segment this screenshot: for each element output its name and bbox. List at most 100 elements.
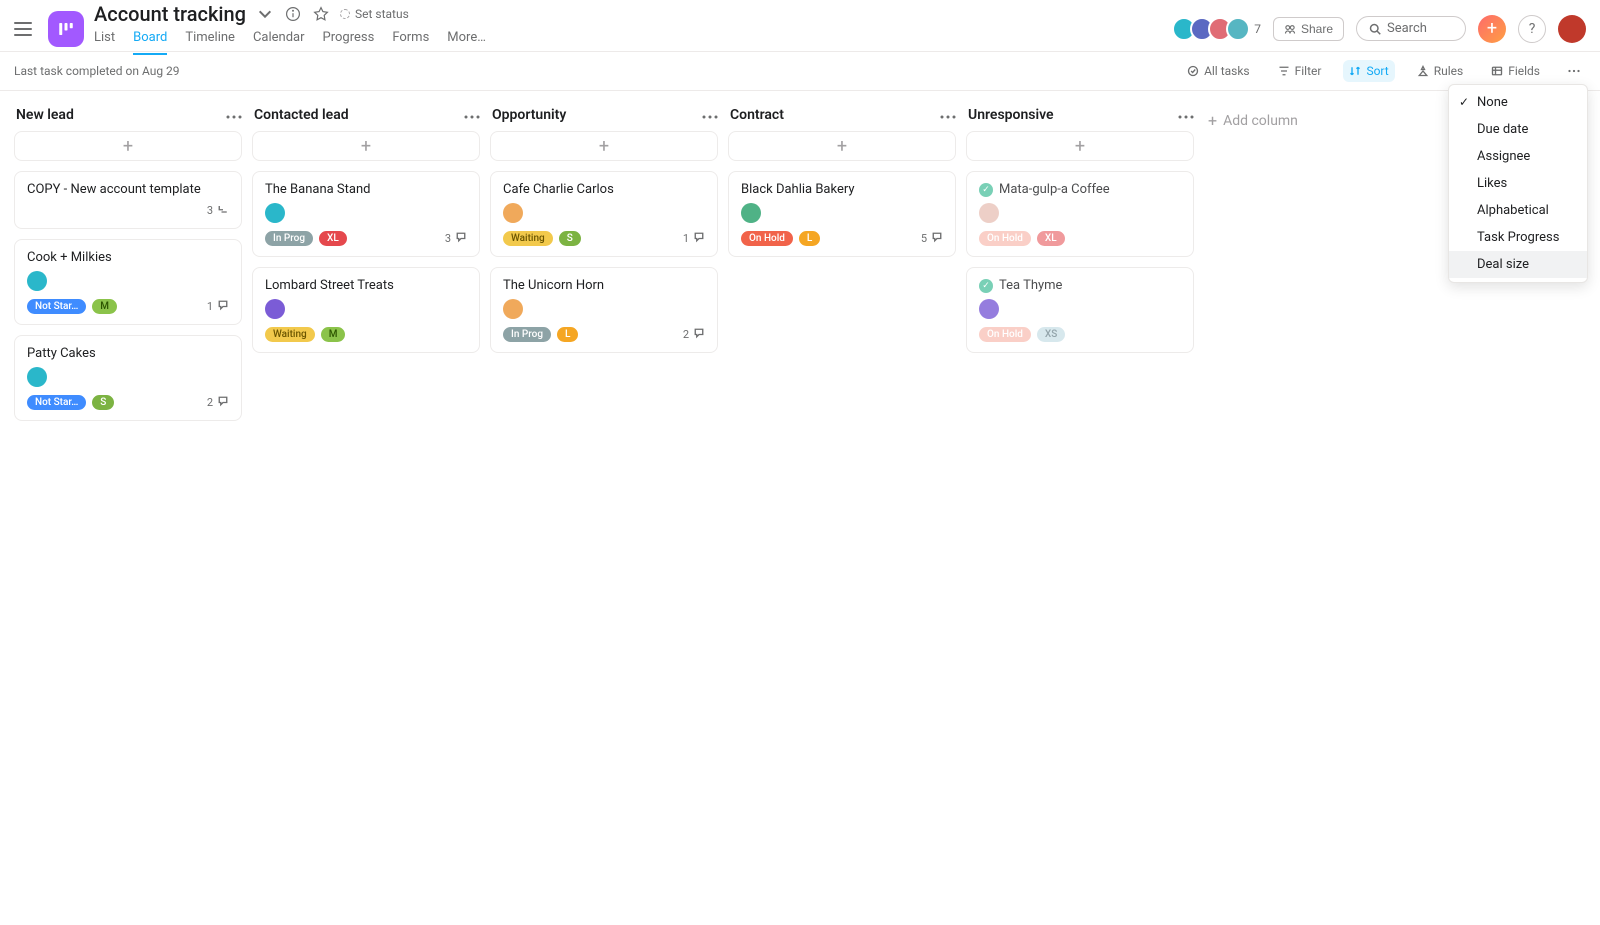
card-meta: 3 (445, 231, 467, 246)
all-tasks-button[interactable]: All tasks (1181, 60, 1256, 82)
card[interactable]: Black Dahlia BakeryOn HoldL5 (728, 171, 956, 257)
sort-option-none[interactable]: None (1449, 89, 1587, 116)
assignee-avatar[interactable] (741, 203, 761, 223)
subtasks-icon (217, 203, 229, 218)
fields-button[interactable]: Fields (1485, 60, 1546, 82)
card-tags: Waiting S (503, 231, 581, 246)
info-icon[interactable] (284, 5, 302, 23)
comment-icon (693, 231, 705, 246)
card[interactable]: Lombard Street Treats Waiting M (252, 267, 480, 353)
comment-icon (931, 231, 943, 246)
card-title: Lombard Street Treats (265, 278, 467, 293)
card-meta: 3 (207, 203, 229, 218)
add-card-button[interactable]: + (252, 131, 480, 161)
set-status-button[interactable]: Set status (340, 7, 409, 21)
card[interactable]: Tea ThymeOn HoldXS (966, 267, 1194, 353)
project-title[interactable]: Account tracking (94, 2, 246, 26)
tag: L (799, 231, 820, 246)
rules-button[interactable]: Rules (1411, 60, 1469, 82)
tag: L (557, 327, 578, 342)
column-more-icon[interactable] (226, 108, 242, 123)
card[interactable]: Cook + Milkies Not Star…M 1 (14, 239, 242, 325)
sort-option-assignee[interactable]: Assignee (1449, 143, 1587, 170)
column-more-icon[interactable] (702, 108, 718, 123)
top-header: Account tracking Set status ListBoardTim… (0, 0, 1600, 52)
card[interactable]: Mata-gulp-a Coffee On Hold XL (966, 171, 1194, 257)
card-title: Cook + Milkies (27, 250, 229, 265)
card-tags: On HoldL (741, 231, 820, 246)
card[interactable]: The Unicorn Horn In Prog L 2 (490, 267, 718, 353)
tag: On Hold (979, 231, 1031, 246)
sort-option-deal-size[interactable]: Deal size (1449, 251, 1587, 278)
column-more-icon[interactable] (1178, 108, 1194, 123)
card-tags: In Prog XL (265, 231, 347, 246)
assignee-avatar[interactable] (265, 203, 285, 223)
tag: M (321, 327, 346, 342)
tag: S (559, 231, 581, 246)
card[interactable]: The Banana Stand In Prog XL 3 (252, 171, 480, 257)
add-card-button[interactable]: + (490, 131, 718, 161)
card[interactable]: Cafe Charlie Carlos Waiting S 1 (490, 171, 718, 257)
assignee-avatar[interactable] (503, 203, 523, 223)
help-button[interactable]: ? (1518, 15, 1546, 43)
more-icon[interactable] (1562, 61, 1586, 81)
assignee-avatar[interactable] (503, 299, 523, 319)
assignee-avatar[interactable] (27, 367, 47, 387)
filter-button[interactable]: Filter (1272, 60, 1328, 82)
sort-dropdown: NoneDue dateAssigneeLikesAlphabeticalTas… (1448, 84, 1588, 283)
member-avatars[interactable]: 7 (1172, 17, 1261, 41)
sort-option-due-date[interactable]: Due date (1449, 116, 1587, 143)
hamburger-icon[interactable] (14, 17, 38, 41)
tag: Waiting (265, 327, 315, 342)
search-input[interactable]: Search (1356, 16, 1466, 41)
assignee-avatar[interactable] (979, 299, 999, 319)
card-title: Black Dahlia Bakery (741, 182, 943, 197)
card-title: Tea Thyme (979, 278, 1181, 293)
sort-option-task-progress[interactable]: Task Progress (1449, 224, 1587, 251)
share-button[interactable]: Share (1273, 17, 1344, 41)
chevron-down-icon[interactable] (256, 5, 274, 23)
card-title: COPY - New account template (27, 182, 229, 197)
column-new-lead: New lead + COPY - New account template 3 Coo… (14, 103, 242, 431)
card[interactable]: COPY - New account template 3 (14, 171, 242, 229)
assignee-avatar[interactable] (265, 299, 285, 319)
card-title: The Banana Stand (265, 182, 467, 197)
tag: Not Star… (27, 395, 86, 410)
column-more-icon[interactable] (940, 108, 956, 123)
card-meta: 1 (207, 299, 229, 314)
add-card-button[interactable]: + (966, 131, 1194, 161)
add-card-button[interactable]: + (14, 131, 242, 161)
comment-icon (217, 299, 229, 314)
card-tags: Not Star…M (27, 299, 117, 314)
card-tags: On Hold XL (979, 231, 1065, 246)
sort-option-likes[interactable]: Likes (1449, 170, 1587, 197)
card-title: Mata-gulp-a Coffee (979, 182, 1181, 197)
kanban-board: New lead + COPY - New account template 3 Coo… (0, 91, 1600, 443)
assignee-avatar[interactable] (27, 271, 47, 291)
column-title: Opportunity (492, 107, 566, 123)
card[interactable]: Patty CakesNot Star…S2 (14, 335, 242, 421)
card-meta: 2 (683, 327, 705, 342)
tag: In Prog (503, 327, 551, 342)
card-title: The Unicorn Horn (503, 278, 705, 293)
column-more-icon[interactable] (464, 108, 480, 123)
assignee-avatar[interactable] (979, 203, 999, 223)
tag: XS (1037, 327, 1065, 342)
card-meta: 1 (683, 231, 705, 246)
tag: XL (1037, 231, 1065, 246)
column-title: New lead (16, 107, 74, 123)
add-column-button[interactable]: +Add column (1204, 103, 1302, 138)
column-contract: Contract+Black Dahlia BakeryOn HoldL5 (728, 103, 956, 267)
user-avatar[interactable] (1558, 15, 1586, 43)
comment-icon (693, 327, 705, 342)
tag: In Prog (265, 231, 313, 246)
sort-button[interactable]: Sort (1343, 60, 1394, 82)
add-card-button[interactable]: + (728, 131, 956, 161)
tag: XL (319, 231, 347, 246)
tag: Waiting (503, 231, 553, 246)
sort-option-alphabetical[interactable]: Alphabetical (1449, 197, 1587, 224)
project-icon[interactable] (48, 11, 84, 47)
global-add-button[interactable]: + (1478, 15, 1506, 43)
star-icon[interactable] (312, 5, 330, 23)
card-title: Cafe Charlie Carlos (503, 182, 705, 197)
